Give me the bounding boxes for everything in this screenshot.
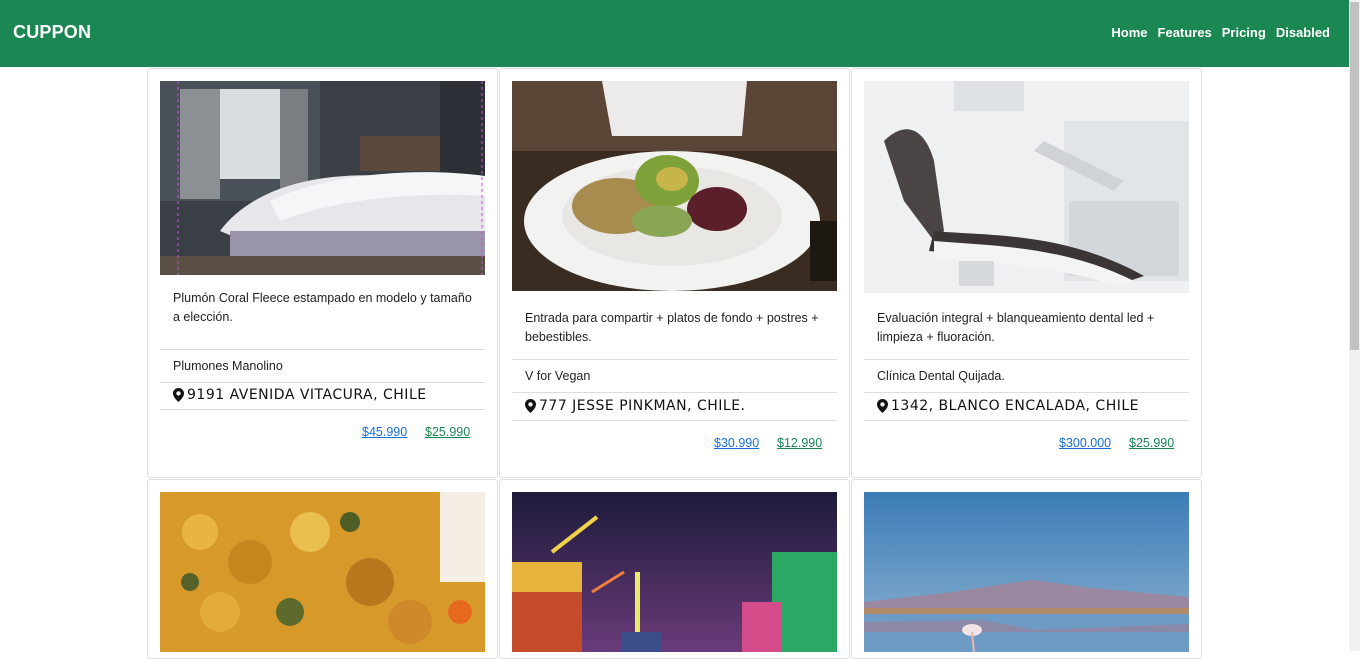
divider (160, 382, 485, 383)
deal-card: Entrada para compartir + platos de fondo… (499, 68, 850, 478)
deal-card (499, 479, 850, 659)
deal-image-amusement-park[interactable] (512, 492, 837, 652)
deal-address: 9191 AVENIDA VITACURA, CHILE (173, 387, 427, 403)
navbar: CUPPON Home Features Pricing Disabled (0, 0, 1349, 67)
deal-address-text: 777 JESSE PINKMAN, CHILE. (539, 398, 746, 414)
deal-address: 777 JESSE PINKMAN, CHILE. (525, 398, 746, 414)
deal-vendor: Plumones Manolino (173, 359, 283, 373)
scrollbar[interactable] (1349, 0, 1360, 651)
nav-links: Home Features Pricing Disabled (1101, 25, 1330, 40)
nav-pricing[interactable]: Pricing (1222, 25, 1266, 40)
divider (512, 392, 837, 393)
nav-home[interactable]: Home (1111, 25, 1147, 40)
deal-discount-price[interactable]: $12.990 (777, 436, 822, 450)
divider (160, 409, 485, 410)
deal-description: Evaluación integral + blanqueamiento den… (877, 311, 1155, 344)
deal-address-text: 9191 AVENIDA VITACURA, CHILE (187, 387, 427, 403)
deal-original-price[interactable]: $45.990 (362, 425, 407, 439)
deal-card (851, 479, 1202, 659)
divider (864, 359, 1189, 360)
deal-vendor: V for Vegan (525, 369, 591, 383)
map-marker-icon (525, 399, 536, 413)
deal-card: Plumón Coral Fleece estampado en modelo … (147, 68, 498, 478)
brand-logo[interactable]: CUPPON (13, 22, 91, 43)
divider (864, 420, 1189, 421)
nav-features[interactable]: Features (1158, 25, 1212, 40)
deal-original-price[interactable]: $300.000 (1059, 436, 1111, 450)
deal-vendor: Clínica Dental Quijada. (877, 369, 1005, 383)
divider (512, 359, 837, 360)
deal-discount-price[interactable]: $25.990 (1129, 436, 1174, 450)
divider (512, 420, 837, 421)
deal-image-bedroom[interactable] (160, 81, 485, 275)
nav-disabled[interactable]: Disabled (1276, 25, 1330, 40)
map-marker-icon (877, 399, 888, 413)
deal-image-dental-clinic[interactable] (864, 81, 1189, 293)
deal-description: Entrada para compartir + platos de fondo… (525, 311, 819, 344)
deal-address: 1342, BLANCO ENCALADA, CHILE (877, 398, 1139, 414)
deal-image-food[interactable] (160, 492, 485, 652)
deal-original-price[interactable]: $30.990 (714, 436, 759, 450)
deal-card: Evaluación integral + blanqueamiento den… (851, 68, 1202, 478)
scrollbar-thumb[interactable] (1350, 2, 1359, 350)
deal-image-vegan-dish[interactable] (512, 81, 837, 291)
deal-address-text: 1342, BLANCO ENCALADA, CHILE (891, 398, 1140, 414)
deal-image-lagoon[interactable] (864, 492, 1189, 652)
deal-description: Plumón Coral Fleece estampado en modelo … (173, 291, 472, 324)
deal-card (147, 479, 498, 659)
map-marker-icon (173, 388, 184, 402)
divider (160, 349, 485, 350)
divider (864, 392, 1189, 393)
deal-discount-price[interactable]: $25.990 (425, 425, 470, 439)
